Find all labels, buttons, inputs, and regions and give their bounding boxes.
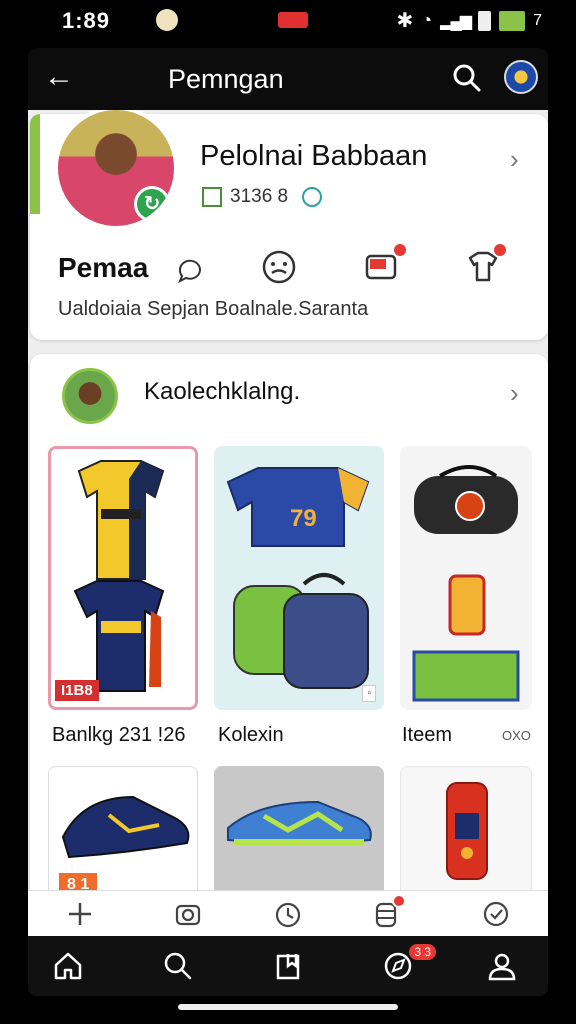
- tile-tag: I1B8: [55, 680, 99, 701]
- profile-name: Pelolnai Babbaan: [200, 140, 428, 172]
- collection-title: Kaolechklalng.: [144, 378, 301, 405]
- profile-section-label: Pemaa: [58, 252, 149, 283]
- stack-badge: [392, 894, 406, 908]
- tile-caption: Kolexin: [218, 724, 284, 746]
- profile-icon[interactable]: [486, 950, 518, 982]
- club-crest-icon[interactable]: [504, 60, 538, 94]
- jersey-number: 79: [290, 505, 317, 532]
- timer-icon[interactable]: [274, 900, 302, 928]
- tile-caption: Banlkg 231 !26: [52, 724, 186, 746]
- boots-image: [61, 795, 190, 859]
- kit-image: 79: [226, 467, 370, 689]
- bookmark-icon[interactable]: [272, 950, 304, 982]
- compass-icon[interactable]: 3 3: [382, 944, 436, 982]
- shirt-icon[interactable]: [464, 242, 508, 286]
- profile-subtitle: Ualdoiaia Sepjan Boalnale.Saranta: [58, 298, 369, 320]
- search-icon[interactable]: [452, 63, 482, 93]
- bottle-image: [446, 782, 488, 880]
- check-circle-icon[interactable]: [482, 900, 510, 928]
- tile-tag: 8 1: [59, 873, 98, 890]
- collection-avatar[interactable]: [62, 368, 118, 424]
- notification-emoji-icon: [156, 9, 178, 31]
- status-bar: 1:89 ✱ ◔ ▂▄▆ 7: [0, 0, 576, 46]
- notification-app-icon: [278, 12, 308, 28]
- product-tile-items[interactable]: [400, 446, 532, 710]
- back-arrow-icon[interactable]: ←: [44, 62, 74, 92]
- product-tile-kit[interactable]: 79 ▫: [214, 446, 384, 710]
- signal-icon: ▂▄▆: [440, 12, 472, 30]
- add-icon[interactable]: [66, 900, 94, 928]
- app-bar: ← Pemngan: [28, 48, 548, 110]
- phone-frame: 1:89 ✱ ◔ ▂▄▆ 7 ← Pemngan ↻ Pelolnai Babb…: [0, 0, 576, 1024]
- product-tile-boots[interactable]: 8 1: [48, 766, 198, 890]
- message-badge: [392, 242, 408, 258]
- home-icon[interactable]: [52, 950, 84, 982]
- tile-mini-tag-icon: ▫: [362, 685, 376, 702]
- cleats-image: [227, 800, 372, 845]
- wifi-icon: ◔: [421, 10, 433, 30]
- home-indicator[interactable]: [178, 1004, 398, 1010]
- jerseys-image: [73, 460, 165, 692]
- stat-square-icon: [202, 187, 222, 207]
- page-title: Pemngan: [168, 64, 284, 94]
- action-toolbar: [28, 890, 548, 936]
- stack-icon[interactable]: [372, 894, 406, 928]
- chevron-right-icon[interactable]: ›: [510, 144, 519, 175]
- bottom-nav: 3 3: [28, 936, 548, 996]
- camera-icon[interactable]: [174, 900, 202, 928]
- face-icon[interactable]: [260, 248, 298, 286]
- status-indicators: ✱ ◔ ▂▄▆ 7: [397, 8, 543, 33]
- verified-badge-icon: ↻: [134, 186, 170, 222]
- search-icon[interactable]: [162, 950, 194, 982]
- profile-stat-value: 3136 8: [230, 186, 289, 207]
- shirt-badge: [492, 242, 508, 258]
- items-image: [412, 465, 520, 702]
- nav-badge: 3 3: [409, 944, 436, 960]
- message-icon[interactable]: [364, 242, 408, 286]
- chat-bubble-icon[interactable]: [176, 256, 204, 284]
- status-extra: 7: [533, 11, 542, 29]
- tile-caption: Iteem: [402, 724, 453, 746]
- main-content: ↻ Pelolnai Babbaan › 3136 8 Pemaa Ualdoi…: [28, 110, 548, 890]
- status-time: 1:89: [62, 8, 111, 33]
- collection-card: Kaolechklalng. › I1B8 79 ▫ Banlkg 231 !2…: [30, 354, 548, 890]
- product-tile-bottle[interactable]: [400, 766, 532, 890]
- stat-ring-icon: [302, 187, 323, 207]
- profile-accent-bar: [30, 114, 40, 214]
- profile-card[interactable]: ↻ Pelolnai Babbaan › 3136 8 Pemaa Ualdoi…: [30, 110, 548, 340]
- product-tile-cleats[interactable]: [214, 766, 384, 890]
- profile-stat: 3136 8: [202, 186, 323, 208]
- bluetooth-icon: ✱: [396, 10, 414, 32]
- battery-icon: [478, 10, 492, 31]
- chevron-right-icon[interactable]: ›: [510, 378, 519, 409]
- profile-photo[interactable]: ↻: [54, 110, 178, 230]
- product-tile-jerseys[interactable]: I1B8: [48, 446, 198, 710]
- battery-level-icon: [499, 10, 526, 31]
- tile-meta: OXO: [502, 728, 531, 743]
